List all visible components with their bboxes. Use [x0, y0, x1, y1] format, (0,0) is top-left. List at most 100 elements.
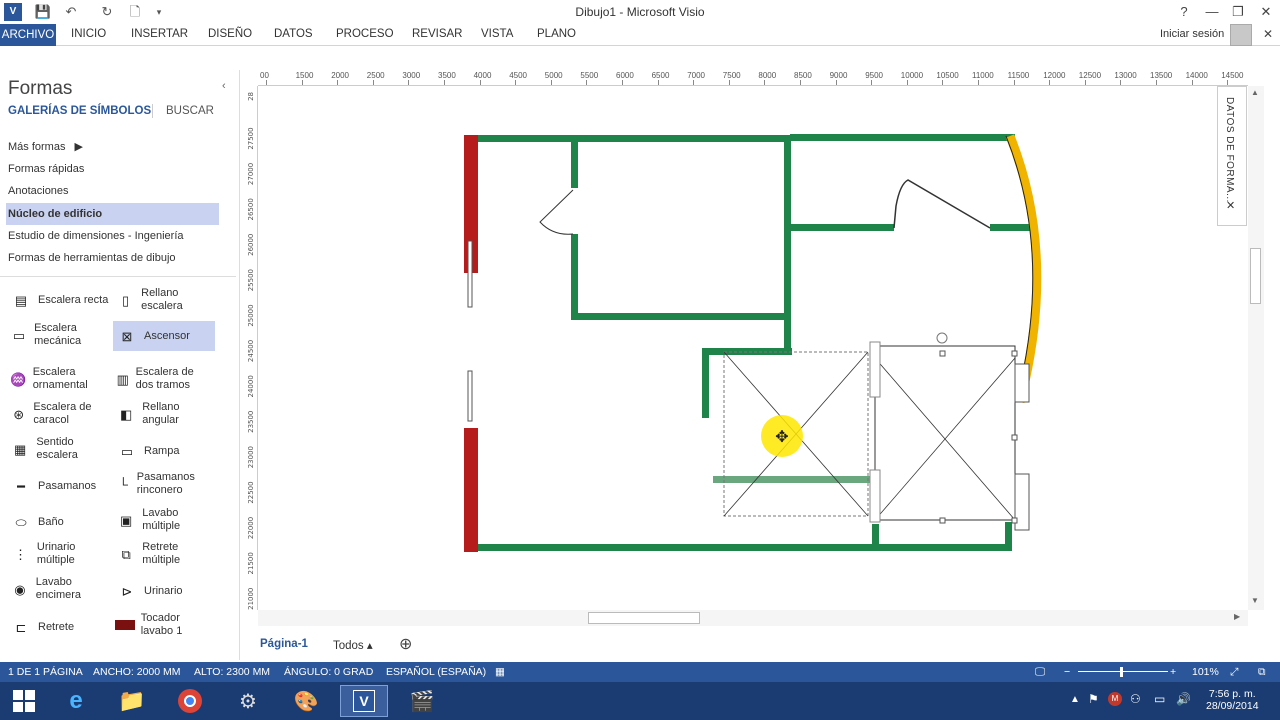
drawing-canvas[interactable]: ✥	[258, 86, 1248, 610]
shape-lavabo-encimera[interactable]: ◉ Lavabo encimera	[8, 576, 113, 602]
shape-rellano-angular[interactable]: ◧ Rellano angular	[114, 401, 214, 427]
stencil-mas-formas[interactable]: Más formas ▶	[8, 140, 83, 153]
selection-handles[interactable]	[939, 350, 1018, 524]
tab-galerias[interactable]: GALERÍAS DE SÍMBOLOS	[8, 105, 151, 117]
visio-taskbar-icon[interactable]: V	[340, 685, 388, 717]
presentation-mode-icon[interactable]: 🖵	[1035, 666, 1045, 679]
shape-escalera-recta[interactable]: ▤ Escalera recta	[8, 291, 113, 309]
close-button[interactable]: ✕	[1254, 2, 1278, 22]
shape-pasamanos[interactable]: ━ Pasamanos	[8, 477, 113, 495]
restore-button[interactable]: ❐	[1226, 2, 1250, 22]
horizontal-scroll-thumb[interactable]	[588, 612, 700, 624]
shape-rellano-escalera[interactable]: ▯ Rellano escalera	[114, 287, 214, 313]
zoom-level[interactable]: 101%	[1192, 666, 1219, 678]
tab-vista[interactable]: VISTA	[481, 28, 513, 40]
status-language[interactable]: ESPAÑOL (ESPAÑA)	[386, 666, 486, 678]
tab-revisar[interactable]: REVISAR	[412, 28, 463, 40]
wall-inner-vertical-1[interactable]	[571, 140, 578, 188]
tray-app-icon[interactable]: M	[1108, 692, 1122, 706]
ribbon-close-icon[interactable]: ✕	[1256, 24, 1280, 44]
elevator-shaft-2[interactable]	[874, 345, 1016, 521]
volume-icon[interactable]: 🔊	[1176, 692, 1191, 706]
door-swing-left[interactable]	[539, 189, 574, 235]
tab-inicio[interactable]: INICIO	[71, 28, 106, 40]
tray-monitor-icon[interactable]: ▭	[1154, 692, 1165, 706]
scroll-down-icon[interactable]: ▼	[1251, 596, 1259, 605]
tab-proceso[interactable]: PROCESO	[336, 28, 394, 40]
stencil-nucleo-edificio[interactable]: Núcleo de edificio	[8, 208, 102, 220]
wall-mid-horizontal[interactable]	[790, 224, 894, 231]
shape-escalera-caracol[interactable]: ⊛ Escalera de caracol	[8, 401, 113, 427]
minimize-button[interactable]: —	[1200, 2, 1224, 22]
elevator-door-top[interactable]	[869, 341, 881, 398]
floor-plan[interactable]: ✥	[258, 86, 1248, 610]
shape-escalera-ornamental[interactable]: ♒ Escalera ornamental	[8, 366, 113, 392]
tab-diseno[interactable]: DISEÑO	[208, 28, 252, 40]
wall-center-vertical[interactable]	[784, 140, 791, 350]
wall-mid-horizontal-right[interactable]	[990, 224, 1030, 231]
stencil-anotaciones[interactable]: Anotaciones	[8, 185, 69, 197]
tool-app-icon[interactable]: ⚙	[224, 685, 272, 717]
shape-bano[interactable]: ⬭ Baño	[8, 513, 113, 531]
wall-bottom-stub-1[interactable]	[872, 524, 879, 548]
shape-escalera-dos-tramos[interactable]: ▥ Escalera de dos tramos	[114, 366, 214, 392]
add-page-icon[interactable]: ⊕	[399, 634, 412, 654]
window-left-bottom[interactable]	[467, 370, 473, 422]
zoom-in-icon[interactable]: +	[1170, 666, 1176, 678]
scroll-right-icon[interactable]: ▶	[1234, 612, 1240, 621]
horizontal-scrollbar[interactable]: ▶	[258, 610, 1248, 626]
shape-data-close-icon[interactable]: ✕	[1226, 199, 1235, 212]
internet-explorer-icon[interactable]: e	[52, 685, 100, 717]
wall-inner-vertical-2[interactable]	[571, 234, 578, 320]
tray-network-icon[interactable]: ⚇	[1130, 692, 1141, 706]
media-app-icon[interactable]: 🎬	[398, 685, 446, 717]
elevator-2-door-top[interactable]	[1014, 363, 1030, 403]
shape-lavabo-multiple[interactable]: ▣ Lavabo múltiple	[114, 507, 214, 533]
wall-bottom-stub-2[interactable]	[1005, 522, 1012, 551]
shape-data-panel[interactable]: DATOS DE FORMA... ✕	[1217, 86, 1247, 226]
tray-overflow-icon[interactable]: ▲	[1070, 694, 1080, 705]
shape-urinario-multiple[interactable]: ⋮ Urinario múltiple	[8, 541, 113, 567]
shape-tocador-lavabo-1[interactable]: Tocador lavabo 1	[114, 612, 214, 638]
file-explorer-icon[interactable]: 📁	[108, 685, 156, 717]
shape-escalera-mecanica[interactable]: ▭ Escalera mecánica	[8, 322, 113, 348]
rotation-handle-icon[interactable]	[936, 332, 948, 344]
wall-shaft-middle[interactable]	[713, 476, 873, 483]
window-left-top[interactable]	[467, 240, 473, 308]
tab-archivo[interactable]: ARCHIVO	[0, 24, 56, 46]
help-button[interactable]: ?	[1172, 2, 1196, 22]
switch-windows-icon[interactable]: ⧉	[1258, 666, 1266, 679]
paint-icon[interactable]: 🎨	[282, 685, 330, 717]
macro-icon[interactable]: ▦	[495, 666, 505, 678]
elevator-door-bottom[interactable]	[869, 469, 881, 523]
stencil-formas-rapidas[interactable]: Formas rápidas	[8, 163, 84, 175]
door-swing-right[interactable]	[893, 179, 991, 229]
tray-flag-icon[interactable]: ⚑	[1088, 692, 1099, 706]
shape-retrete-multiple[interactable]: ⧉ Retrete múltiple	[114, 541, 214, 567]
tray-clock[interactable]: 7:56 p. m. 28/09/2014	[1206, 688, 1259, 712]
wall-left-bottom-red[interactable]	[464, 428, 478, 552]
start-button-icon[interactable]	[0, 685, 48, 717]
scroll-up-icon[interactable]: ▲	[1251, 88, 1259, 97]
chrome-icon[interactable]	[166, 685, 214, 717]
shape-urinario[interactable]: ⊳ Urinario	[114, 582, 214, 600]
vertical-scrollbar[interactable]: ▲ ▼	[1248, 86, 1264, 610]
fit-page-icon[interactable]: ⤢	[1230, 666, 1238, 679]
all-pages-button[interactable]: Todos ▴	[333, 638, 373, 652]
zoom-slider[interactable]	[1078, 671, 1168, 672]
stencil-estudio-dimensiones[interactable]: Estudio de dimensiones - Ingeniería	[8, 230, 184, 242]
tab-buscar[interactable]: BUSCAR	[166, 105, 214, 117]
tab-insertar[interactable]: INSERTAR	[131, 28, 188, 40]
zoom-slider-thumb[interactable]	[1120, 667, 1123, 677]
tab-datos[interactable]: DATOS	[274, 28, 313, 40]
zoom-out-icon[interactable]: −	[1064, 666, 1070, 678]
collapse-panel-icon[interactable]: ‹	[222, 80, 226, 92]
wall-top-left[interactable]	[464, 135, 790, 142]
signin-link[interactable]: Iniciar sesión	[1160, 28, 1224, 40]
shape-ascensor[interactable]: ⊠ Ascensor	[114, 327, 214, 345]
shape-sentido-escalera[interactable]: ▦ Sentido escalera	[8, 436, 113, 462]
wall-bottom[interactable]	[464, 544, 1012, 551]
wall-shaft-left[interactable]	[702, 348, 709, 418]
wall-top-right[interactable]	[790, 134, 1015, 141]
avatar[interactable]	[1230, 24, 1252, 46]
